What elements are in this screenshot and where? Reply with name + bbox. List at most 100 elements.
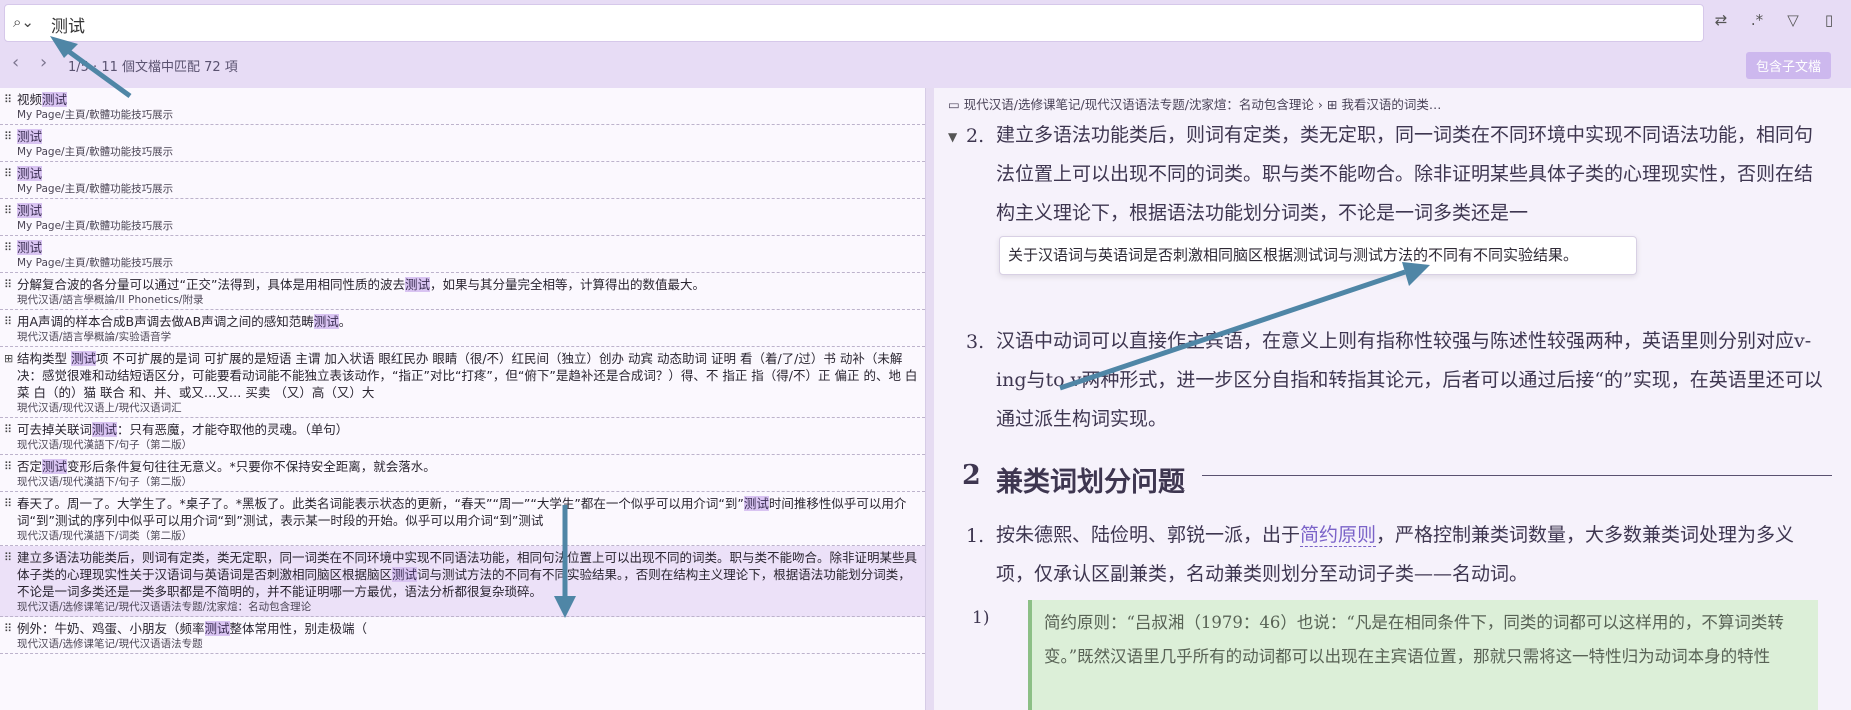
list-item-text[interactable]: 汉语中动词可以直接作主宾语，在意义上则有指称性较强与陈述性较强两种，英语里则分别… [996,322,1831,439]
list-number: 2. [966,125,985,147]
result-item[interactable]: ⠿ 测试 My Page/主頁/軟體功能技巧展示 [0,236,925,273]
result-item[interactable]: ⠿ 测试 My Page/主頁/軟體功能技巧展示 [0,162,925,199]
result-item[interactable]: ⠿ 建立多语法功能类后，则词有定类，类无定职，同一词类在不同环境中实现不同语法功能… [0,546,925,617]
drag-handle-icon: ⠿ [4,130,12,143]
heading-rule [1202,475,1832,476]
match-nav: ‹ › 1/5 · 11 個文檔中匹配 72 項 包含子文檔 [0,50,1851,80]
include-subdocs-button[interactable]: 包含子文檔 [1745,52,1831,79]
section-heading[interactable]: 兼类词划分问题 [996,460,1185,499]
search-icon[interactable]: ⌕⌄ [13,13,41,33]
sublist-number: 1) [972,608,990,628]
result-item[interactable]: ⠿ 春天了。周一了。大学生了。*桌子了。*黑板了。此类名词能表示状态的更新，“春天… [0,492,925,546]
result-title: 分解复合波的各分量可以通过“正交”法得到，具体是用相同性质的波去测试，如果与其分… [17,276,919,293]
drag-handle-icon: ⠿ [4,622,12,635]
breadcrumb-path[interactable]: 现代汉语/选修课笔记/现代汉语语法专题/沈家煊：名动包含理论 [964,97,1314,112]
match-highlight: 测试 [42,459,68,474]
result-item[interactable]: ⠿ 用A声调的样本合成B声调去做AB声调之间的感知范畴测试。現代汉语/語言學概論/… [0,310,925,347]
result-item[interactable]: ⠿ 分解复合波的各分量可以通过“正交”法得到，具体是用相同性质的波去测试，如果与其… [0,273,925,310]
match-count: 1/5 · 11 個文檔中匹配 72 項 [68,60,238,75]
match-highlight: 测试 [313,314,339,329]
title-text: 整体常用性，别走极端（ [229,621,368,636]
title-text: 。 [338,314,352,329]
doc-icon: ▭ [948,97,960,112]
breadcrumb: ▭ 现代汉语/选修课笔记/现代汉语语法专题/沈家煊：名动包含理论 › ⊞ 我看汉… [948,94,1441,113]
collapse-icon[interactable]: ▼ [948,130,957,144]
result-path: My Page/主頁/軟體功能技巧展示 [17,257,174,269]
result-path: 现代汉语/选修课笔记/現代汉语语法专题 [17,638,203,650]
title-text: 例外：牛奶、鸡蛋、小朋友（频率 [17,621,205,636]
next-icon[interactable]: › [40,52,47,73]
title-text: 结构类型 [17,351,71,366]
drag-handle-icon: ⠿ [4,93,12,106]
match-highlight: 测试 [70,351,96,366]
result-title: 例外：牛奶、鸡蛋、小朋友（频率测试整体常用性，别走极端（ [17,620,919,637]
drag-handle-icon: ⠿ [4,315,12,328]
prev-icon[interactable]: ‹ [12,52,19,73]
result-item[interactable]: ⠿ 例外：牛奶、鸡蛋、小朋友（频率测试整体常用性，别走极端（ 现代汉语/选修课笔记/… [0,617,925,654]
match-highlight: 测试 [92,422,118,437]
heading-number: 2 [962,460,981,491]
match-highlight: 测试 [392,567,418,582]
search-results-list: ⠿ 视频测试 My Page/主頁/軟體功能技巧展示 ⠿ 测试 My Page/主頁/軟體… [0,88,926,710]
result-item[interactable]: ⠿ 测试 My Page/主頁/軟體功能技巧展示 [0,125,925,162]
result-title: 测试 [17,128,919,145]
replace-icon[interactable]: ⇄ [1711,10,1731,30]
result-item[interactable]: ⠿ 可去掉关联词测试：只有恶魔，才能夺取他的灵魂。（单句） 现代汉语/现代漢語下/句… [0,418,925,455]
title-text: 分解复合波的各分量可以通过“正交”法得到，具体是用相同性质的波去 [17,277,405,292]
result-item[interactable]: ⠿ 视频测试 My Page/主頁/軟體功能技巧展示 [0,88,925,125]
drag-handle-icon: ⠿ [4,241,12,254]
result-item[interactable]: ⠿ 否定测试变形后条件复句往往无意义。*只要你不保持安全距离，就会落水。 现代汉语/… [0,455,925,492]
list-item-text[interactable]: 按朱德熙、陆俭明、郭锐一派，出于简约原则，严格控制兼类词数量，大多数兼类词处理为… [996,516,1831,594]
search-tools: ⇄ .* ▽ ▯ [1701,10,1851,34]
match-highlight: 测试 [17,203,43,218]
breadcrumb-separator: › [1317,97,1323,112]
result-title: 测试 [17,239,919,256]
drag-handle-icon: ⠿ [4,423,12,436]
doc-link[interactable]: 简约原则 [1300,524,1377,547]
result-title: 测试 [17,165,919,182]
callout-block[interactable]: 简约原则：“吕叔湘（1979：46）也说：“凡是在相同条件下，同类的词都可以这样… [1028,600,1818,710]
title-text: 可去掉关联词 [17,422,93,437]
pane-divider[interactable] [926,88,934,710]
match-highlight: 测试 [743,496,769,511]
result-item[interactable]: ⠿ 测试 My Page/主頁/軟體功能技巧展示 [0,199,925,236]
search-box[interactable]: ⌕⌄ [4,4,1704,42]
regex-icon[interactable]: .* [1747,10,1767,30]
result-path: 现代汉语/现代漢語下/句子（第二版） [17,476,193,488]
title-text: 变形后条件复句往往无意义。*只要你不保持安全距离，就会落水。 [67,459,436,474]
result-path: My Page/主頁/軟體功能技巧展示 [17,109,174,121]
result-path: 現代汉语/語言學概論/II Phonetics/附录 [17,294,204,306]
search-input[interactable] [49,11,1653,37]
list-number: 3. [966,331,985,353]
breadcrumb-leaf[interactable]: 我看汉语的词类… [1341,97,1441,112]
title-text: ：只有恶魔，才能夺取他的灵魂。（单句） [117,422,349,437]
title-text: 用A声调的样本合成B声调去做AB声调之间的感知范畴 [17,314,314,329]
result-title: 测试 [17,202,919,219]
title-text: 春天了。周一了。大学生了。*桌子了。*黑板了。此类名词能表示状态的更新，“春天”… [17,496,744,511]
result-title: 结构类型 测试项 不可扩展的是词 可扩展的是短语 主谓 加入状语 眼红民办 眼睛… [17,350,919,401]
title-text: ，如果与其分量完全相等，计算得出的数值最大。 [429,277,705,292]
title-text: 项 不可扩展的是词 可扩展的是短语 主谓 加入状语 眼红民办 眼睛（很/不）红民… [17,351,918,400]
drag-handle-icon: ⠿ [4,497,12,510]
match-highlight: 测试 [17,129,43,144]
result-path: My Page/主頁/軟體功能技巧展示 [17,183,174,195]
title-text: 视频 [17,92,43,107]
match-highlight: 测试 [17,240,43,255]
table-icon: ⊞ [1326,97,1338,112]
filter-icon[interactable]: ▽ [1783,10,1803,30]
result-path: 現代汉语/語言學概論/实验语音学 [17,331,172,343]
match-highlight: 测试 [42,92,68,107]
layout-icon[interactable]: ▯ [1819,10,1839,30]
list-item-text[interactable]: 建立多语法功能类后，则词有定类，类无定职，同一词类在不同环境中实现不同语法功能，… [996,116,1831,232]
match-highlight: 测试 [17,166,43,181]
hover-popup: 关于汉语词与英语词是否刺激相同脑区根据测试词与测试方法的不同有不同实验结果。 [999,236,1637,275]
result-path: My Page/主頁/軟體功能技巧展示 [17,146,174,158]
result-item[interactable]: ⊞ 结构类型 测试项 不可扩展的是词 可扩展的是短语 主谓 加入状语 眼红民办 眼… [0,347,925,418]
result-path: 现代汉语/选修课笔记/現代汉语语法专题/沈家煊：名动包含理论 [17,601,312,613]
result-title: 否定测试变形后条件复句往往无意义。*只要你不保持安全距离，就会落水。 [17,458,919,475]
table-icon: ⊞ [4,352,13,365]
result-path: 现代汉语/现代漢語下/词类（第二版） [17,530,193,542]
result-title: 视频测试 [17,91,919,108]
result-title: 可去掉关联词测试：只有恶魔，才能夺取他的灵魂。（单句） [17,421,919,438]
match-highlight: 测试 [204,621,230,636]
